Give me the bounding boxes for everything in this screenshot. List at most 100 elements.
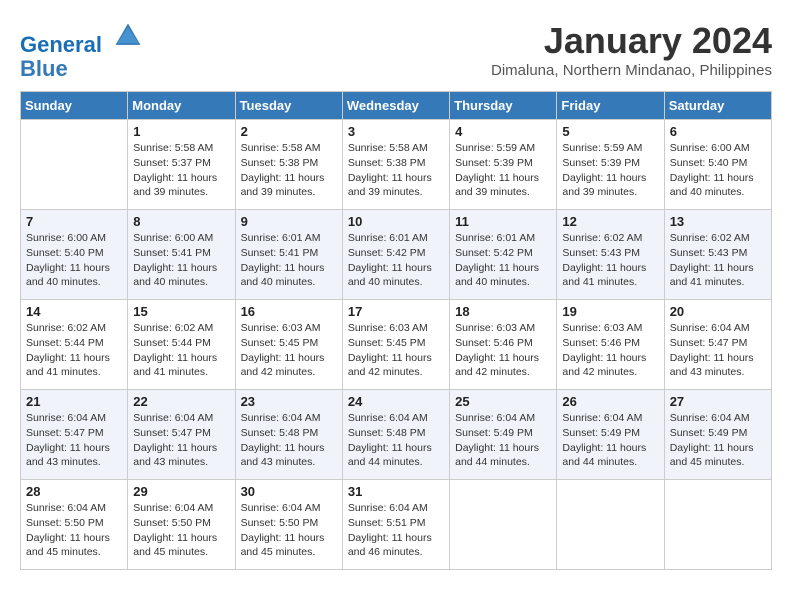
location: Dimaluna, Northern Mindanao, Philippines — [491, 62, 772, 79]
day-info: Sunrise: 6:04 AMSunset: 5:50 PMDaylight:… — [241, 501, 337, 560]
day-number: 24 — [348, 394, 444, 409]
day-info: Sunrise: 6:03 AMSunset: 5:45 PMDaylight:… — [241, 321, 337, 380]
day-number: 26 — [562, 394, 658, 409]
day-info: Sunrise: 6:02 AMSunset: 5:44 PMDaylight:… — [26, 321, 122, 380]
day-cell: 13 Sunrise: 6:02 AMSunset: 5:43 PMDayligh… — [664, 210, 771, 300]
day-info: Sunrise: 6:04 AMSunset: 5:48 PMDaylight:… — [241, 411, 337, 470]
day-cell: 22 Sunrise: 6:04 AMSunset: 5:47 PMDayligh… — [128, 390, 235, 480]
day-number: 2 — [241, 124, 337, 139]
day-number: 13 — [670, 214, 766, 229]
day-cell: 14 Sunrise: 6:02 AMSunset: 5:44 PMDayligh… — [21, 300, 128, 390]
day-number: 29 — [133, 484, 229, 499]
logo-blue: Blue — [20, 57, 144, 81]
day-info: Sunrise: 6:03 AMSunset: 5:46 PMDaylight:… — [455, 321, 551, 380]
day-info: Sunrise: 6:00 AMSunset: 5:41 PMDaylight:… — [133, 231, 229, 290]
day-cell: 2 Sunrise: 5:58 AMSunset: 5:38 PMDaylight… — [235, 120, 342, 210]
day-number: 16 — [241, 304, 337, 319]
week-row-5: 28 Sunrise: 6:04 AMSunset: 5:50 PMDayligh… — [21, 480, 772, 570]
day-info: Sunrise: 6:04 AMSunset: 5:47 PMDaylight:… — [133, 411, 229, 470]
col-header-monday: Monday — [128, 92, 235, 120]
day-number: 15 — [133, 304, 229, 319]
day-number: 5 — [562, 124, 658, 139]
day-number: 3 — [348, 124, 444, 139]
day-cell: 10 Sunrise: 6:01 AMSunset: 5:42 PMDayligh… — [342, 210, 449, 300]
col-header-sunday: Sunday — [21, 92, 128, 120]
page-header: General Blue January 2024 Dimaluna, Nort… — [20, 20, 772, 81]
day-number: 25 — [455, 394, 551, 409]
day-cell: 25 Sunrise: 6:04 AMSunset: 5:49 PMDayligh… — [450, 390, 557, 480]
col-header-thursday: Thursday — [450, 92, 557, 120]
day-info: Sunrise: 6:02 AMSunset: 5:44 PMDaylight:… — [133, 321, 229, 380]
day-info: Sunrise: 5:59 AMSunset: 5:39 PMDaylight:… — [455, 141, 551, 200]
day-info: Sunrise: 6:04 AMSunset: 5:47 PMDaylight:… — [26, 411, 122, 470]
week-row-1: 1Sunrise: 5:58 AMSunset: 5:37 PMDaylight… — [21, 120, 772, 210]
day-cell: 12Sunrise: 6:02 AMSunset: 5:43 PMDayligh… — [557, 210, 664, 300]
week-row-4: 21 Sunrise: 6:04 AMSunset: 5:47 PMDayligh… — [21, 390, 772, 480]
day-cell: 5Sunrise: 5:59 AMSunset: 5:39 PMDaylight… — [557, 120, 664, 210]
col-header-friday: Friday — [557, 92, 664, 120]
day-cell: 4Sunrise: 5:59 AMSunset: 5:39 PMDaylight… — [450, 120, 557, 210]
day-cell: 20 Sunrise: 6:04 AMSunset: 5:47 PMDayligh… — [664, 300, 771, 390]
day-cell: 26 Sunrise: 6:04 AMSunset: 5:49 PMDayligh… — [557, 390, 664, 480]
day-number: 9 — [241, 214, 337, 229]
day-info: Sunrise: 6:04 AMSunset: 5:49 PMDaylight:… — [455, 411, 551, 470]
day-info: Sunrise: 5:58 AMSunset: 5:37 PMDaylight:… — [133, 141, 229, 200]
day-info: Sunrise: 6:03 AMSunset: 5:45 PMDaylight:… — [348, 321, 444, 380]
day-info: Sunrise: 6:04 AMSunset: 5:47 PMDaylight:… — [670, 321, 766, 380]
day-number: 21 — [26, 394, 122, 409]
day-cell: 16 Sunrise: 6:03 AMSunset: 5:45 PMDayligh… — [235, 300, 342, 390]
logo-icon — [112, 20, 144, 52]
day-info: Sunrise: 6:02 AMSunset: 5:43 PMDaylight:… — [670, 231, 766, 290]
day-number: 7 — [26, 214, 122, 229]
day-number: 10 — [348, 214, 444, 229]
day-cell: 8 Sunrise: 6:00 AMSunset: 5:41 PMDaylight… — [128, 210, 235, 300]
day-number: 12 — [562, 214, 658, 229]
day-info: Sunrise: 6:04 AMSunset: 5:50 PMDaylight:… — [26, 501, 122, 560]
day-number: 14 — [26, 304, 122, 319]
day-number: 8 — [133, 214, 229, 229]
day-number: 23 — [241, 394, 337, 409]
day-info: Sunrise: 6:04 AMSunset: 5:51 PMDaylight:… — [348, 501, 444, 560]
day-info: Sunrise: 6:04 AMSunset: 5:48 PMDaylight:… — [348, 411, 444, 470]
day-info: Sunrise: 5:58 AMSunset: 5:38 PMDaylight:… — [241, 141, 337, 200]
day-cell: 1Sunrise: 5:58 AMSunset: 5:37 PMDaylight… — [128, 120, 235, 210]
day-cell: 18Sunrise: 6:03 AMSunset: 5:46 PMDayligh… — [450, 300, 557, 390]
day-number: 11 — [455, 214, 551, 229]
day-cell: 30 Sunrise: 6:04 AMSunset: 5:50 PMDayligh… — [235, 480, 342, 570]
day-cell: 9 Sunrise: 6:01 AMSunset: 5:41 PMDaylight… — [235, 210, 342, 300]
day-info: Sunrise: 6:01 AMSunset: 5:41 PMDaylight:… — [241, 231, 337, 290]
day-cell: 28 Sunrise: 6:04 AMSunset: 5:50 PMDayligh… — [21, 480, 128, 570]
day-cell: 15 Sunrise: 6:02 AMSunset: 5:44 PMDayligh… — [128, 300, 235, 390]
calendar-table: SundayMondayTuesdayWednesdayThursdayFrid… — [20, 91, 772, 570]
day-info: Sunrise: 6:01 AMSunset: 5:42 PMDaylight:… — [348, 231, 444, 290]
day-info: Sunrise: 6:04 AMSunset: 5:49 PMDaylight:… — [562, 411, 658, 470]
day-number: 17 — [348, 304, 444, 319]
day-number: 20 — [670, 304, 766, 319]
day-info: Sunrise: 6:04 AMSunset: 5:49 PMDaylight:… — [670, 411, 766, 470]
calendar-body: 1Sunrise: 5:58 AMSunset: 5:37 PMDaylight… — [21, 120, 772, 570]
day-info: Sunrise: 6:00 AMSunset: 5:40 PMDaylight:… — [670, 141, 766, 200]
day-cell: 7Sunrise: 6:00 AMSunset: 5:40 PMDaylight… — [21, 210, 128, 300]
day-cell: 19 Sunrise: 6:03 AMSunset: 5:46 PMDayligh… — [557, 300, 664, 390]
day-number: 19 — [562, 304, 658, 319]
logo: General Blue — [20, 20, 144, 81]
day-cell — [557, 480, 664, 570]
day-info: Sunrise: 6:04 AMSunset: 5:50 PMDaylight:… — [133, 501, 229, 560]
calendar-header: SundayMondayTuesdayWednesdayThursdayFrid… — [21, 92, 772, 120]
day-number: 30 — [241, 484, 337, 499]
col-header-wednesday: Wednesday — [342, 92, 449, 120]
day-cell: 29 Sunrise: 6:04 AMSunset: 5:50 PMDayligh… — [128, 480, 235, 570]
day-cell — [664, 480, 771, 570]
day-cell: 6Sunrise: 6:00 AMSunset: 5:40 PMDaylight… — [664, 120, 771, 210]
col-header-tuesday: Tuesday — [235, 92, 342, 120]
logo-text: General — [20, 20, 144, 57]
day-cell: 24 Sunrise: 6:04 AMSunset: 5:48 PMDayligh… — [342, 390, 449, 480]
day-number: 27 — [670, 394, 766, 409]
day-info: Sunrise: 6:01 AMSunset: 5:42 PMDaylight:… — [455, 231, 551, 290]
day-number: 28 — [26, 484, 122, 499]
day-cell: 11 Sunrise: 6:01 AMSunset: 5:42 PMDayligh… — [450, 210, 557, 300]
day-info: Sunrise: 6:03 AMSunset: 5:46 PMDaylight:… — [562, 321, 658, 380]
day-cell — [450, 480, 557, 570]
day-cell: 17 Sunrise: 6:03 AMSunset: 5:45 PMDayligh… — [342, 300, 449, 390]
day-number: 22 — [133, 394, 229, 409]
